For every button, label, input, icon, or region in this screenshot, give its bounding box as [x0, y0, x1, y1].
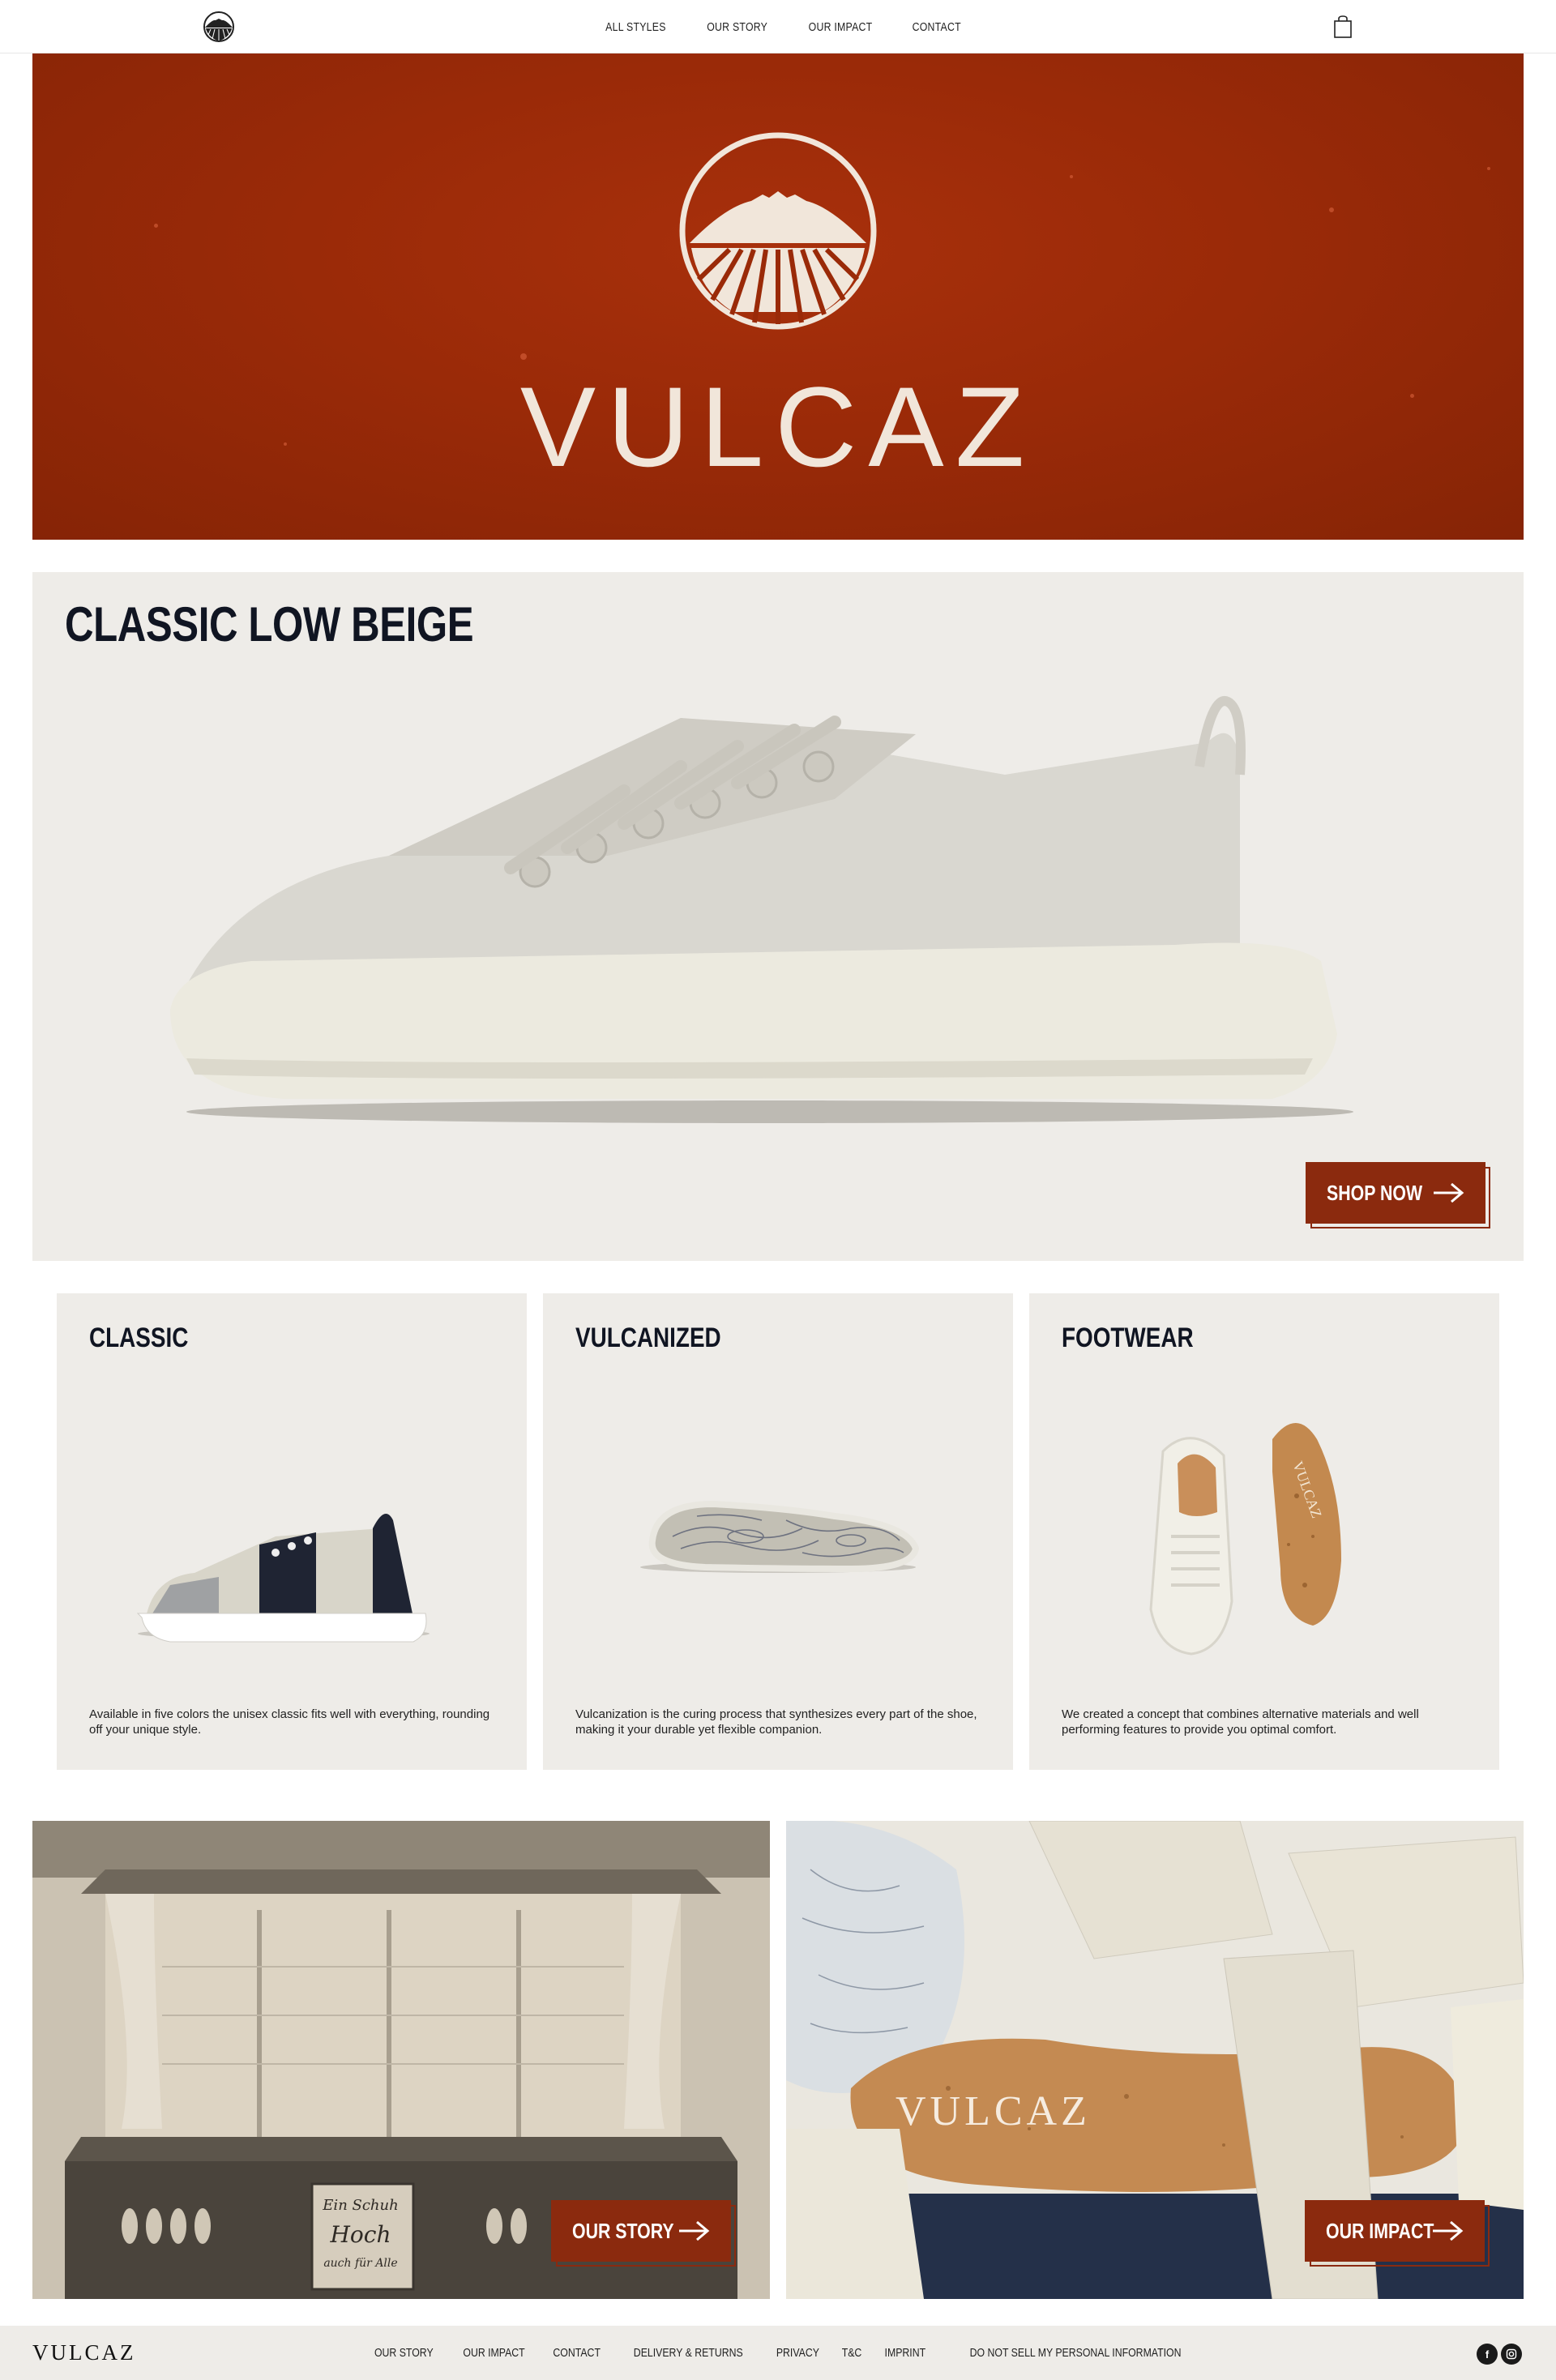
card-text: Vulcanization is the curing process that…	[575, 1707, 977, 1737]
nav-all-styles[interactable]: ALL STYLES	[605, 20, 665, 34]
card-title: CLASSIC	[89, 1322, 189, 1353]
card-text: Available in five colors the unisex clas…	[89, 1707, 490, 1737]
footer-nav: OUR STORY OUR IMPACT CONTACT DELIVERY & …	[0, 2326, 1556, 2380]
footer-link-terms[interactable]: T&C	[842, 2346, 862, 2360]
footer-link-imprint[interactable]: IMPRINT	[885, 2346, 926, 2360]
topographic-sole-image	[640, 1500, 920, 1573]
card-title: FOOTWEAR	[1062, 1322, 1194, 1353]
footer-link-privacy[interactable]: PRIVACY	[776, 2346, 819, 2360]
card-title: VULCANIZED	[575, 1322, 721, 1353]
card-footwear[interactable]: FOOTWEAR VULCAZ We created a concept tha…	[1029, 1293, 1499, 1770]
nav-our-story[interactable]: OUR STORY	[707, 20, 767, 34]
site-header: ALL STYLES OUR STORY OUR IMPACT CONTACT	[0, 0, 1556, 53]
mountain-logo-icon	[679, 132, 877, 330]
svg-text:Hoch: Hoch	[330, 2221, 391, 2248]
shop-now-button[interactable]: SHOP NOW	[1306, 1162, 1490, 1228]
site-footer: VULCAZ OUR STORY OUR IMPACT CONTACT DELI…	[0, 2326, 1556, 2380]
facebook-icon[interactable]: f	[1477, 2344, 1498, 2365]
svg-text:Ein Schuh: Ein Schuh	[322, 2197, 398, 2214]
footer-link-do-not-sell[interactable]: DO NOT SELL MY PERSONAL INFORMATION	[970, 2346, 1182, 2360]
hero-brand-wordmark: VULCAZ	[519, 363, 1037, 490]
svg-text:auch für Alle: auch für Alle	[323, 2257, 397, 2270]
nav-contact[interactable]: CONTACT	[913, 20, 961, 34]
footer-link-our-impact[interactable]: OUR IMPACT	[463, 2346, 524, 2360]
footer-link-delivery-returns[interactable]: DELIVERY & RETURNS	[634, 2346, 743, 2360]
svg-text:VULCAZ: VULCAZ	[896, 2088, 1091, 2134]
hero-banner: VULCAZ	[32, 53, 1524, 540]
featured-title: CLASSIC LOW BEIGE	[65, 597, 474, 652]
instagram-icon[interactable]	[1501, 2344, 1522, 2365]
card-text: We created a concept that combines alter…	[1062, 1707, 1419, 1737]
our-story-button[interactable]: OUR STORY	[551, 2200, 736, 2267]
main-nav: ALL STYLES OUR STORY OUR IMPACT CONTACT	[0, 0, 1556, 53]
card-classic[interactable]: CLASSIC Available in five colors the uni…	[57, 1293, 527, 1770]
featured-product: CLASSIC LOW BEIGE SHOP NOW	[32, 572, 1524, 1261]
arrow-right-icon	[1433, 2220, 1464, 2241]
nav-our-impact[interactable]: OUR IMPACT	[809, 20, 873, 34]
arrow-right-icon	[1434, 1182, 1464, 1203]
shopping-bag-icon[interactable]	[1333, 15, 1353, 39]
our-impact-tile[interactable]: VULCAZ OUR IMPACT	[786, 1821, 1524, 2299]
classic-sneaker-image	[136, 1514, 430, 1643]
footer-link-our-story[interactable]: OUR STORY	[374, 2346, 434, 2360]
footer-link-contact[interactable]: CONTACT	[553, 2346, 601, 2360]
sneaker-image[interactable]	[122, 677, 1418, 1131]
our-story-tile[interactable]: Ein Schuh Hoch auch für Alle OUR STORY	[32, 1821, 770, 2299]
card-vulcanized[interactable]: VULCANIZED Vulcanization is the curing p…	[543, 1293, 1013, 1770]
shoe-and-cork-insole-image: VULCAZ	[1149, 1423, 1341, 1656]
arrow-right-icon	[679, 2220, 710, 2241]
our-impact-button[interactable]: OUR IMPACT	[1305, 2200, 1490, 2267]
